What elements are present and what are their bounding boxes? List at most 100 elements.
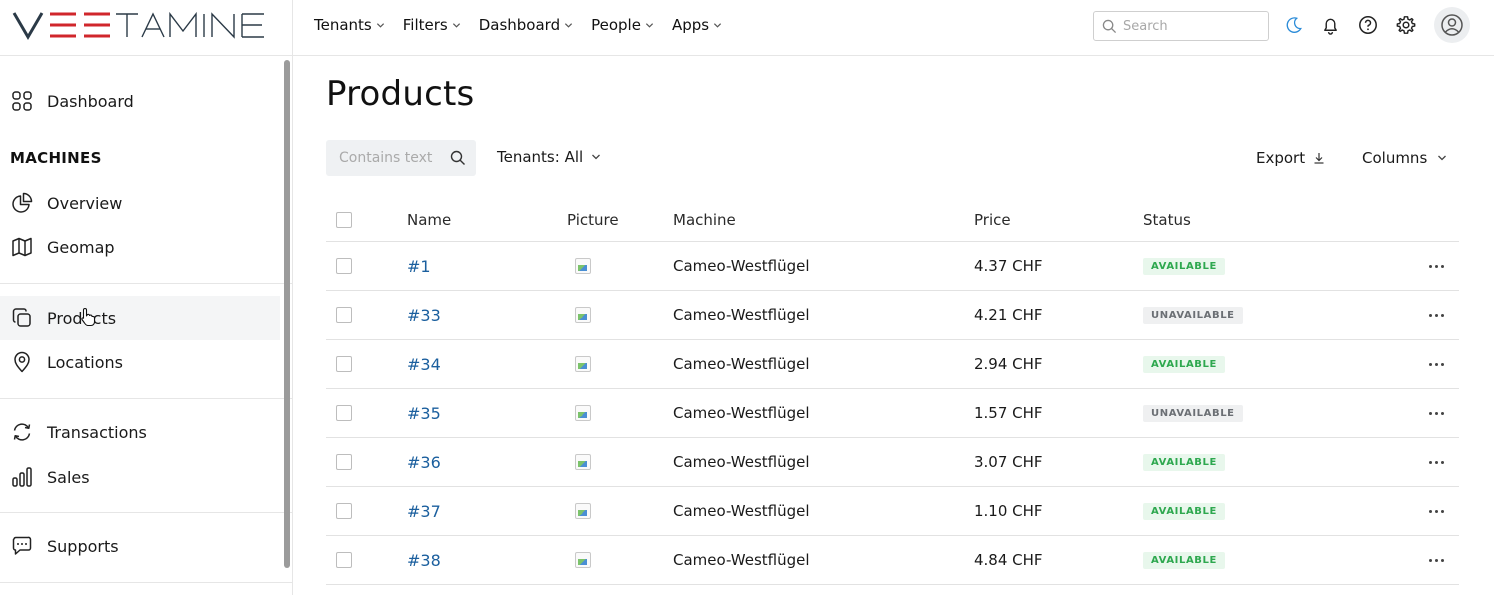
table-row[interactable]: #38 Cameo-Westflügel 4.84 CHF AVAILABLE: [326, 536, 1459, 585]
sidebar: Dashboard MACHINES Overview Geomap Produ…: [0, 56, 293, 595]
more-options-icon[interactable]: [1425, 457, 1448, 468]
nav-filters-label: Filters: [402, 16, 448, 34]
sidebar-item-geomap[interactable]: Geomap: [0, 225, 280, 269]
more-options-icon[interactable]: [1425, 555, 1448, 566]
global-search[interactable]: [1093, 11, 1269, 41]
user-avatar-button[interactable]: [1434, 7, 1470, 43]
picture-cell: [567, 438, 591, 486]
table-body: #1 Cameo-Westflügel 4.37 CHF AVAILABLE #33 Ca…: [326, 242, 1459, 585]
status-badge: AVAILABLE: [1143, 453, 1225, 471]
more-options-icon[interactable]: [1425, 506, 1448, 517]
notifications-button[interactable]: [1319, 14, 1341, 36]
header-name[interactable]: Name: [407, 198, 451, 241]
product-name-link[interactable]: #38: [407, 551, 441, 570]
nav-tenants-label: Tenants: [314, 16, 372, 34]
sidebar-item-label: Locations: [47, 352, 124, 372]
product-name-link[interactable]: #33: [407, 306, 441, 325]
row-checkbox[interactable]: [336, 258, 352, 274]
picture-cell: [567, 291, 591, 339]
select-all-cell: [336, 198, 352, 241]
table-row[interactable]: #34 Cameo-Westflügel 2.94 CHF AVAILABLE: [326, 340, 1459, 389]
chevron-down-icon: [592, 154, 601, 160]
header-picture[interactable]: Picture: [567, 198, 619, 241]
search-icon: [450, 150, 465, 165]
product-name-link[interactable]: #36: [407, 453, 441, 472]
picture-cell: [567, 242, 591, 290]
text-filter[interactable]: [326, 140, 476, 176]
chevron-down-icon: [645, 22, 654, 28]
row-actions-cell: [1425, 242, 1448, 290]
product-name-link[interactable]: #35: [407, 404, 441, 423]
status-cell: AVAILABLE: [1143, 340, 1225, 388]
table-row[interactable]: #35 Cameo-Westflügel 1.57 CHF UNAVAILABLE: [326, 389, 1459, 438]
veetamine-logo[interactable]: [12, 9, 278, 41]
status-cell: UNAVAILABLE: [1143, 389, 1243, 437]
table-row[interactable]: #37 Cameo-Westflügel 1.10 CHF AVAILABLE: [326, 487, 1459, 536]
status-cell: AVAILABLE: [1143, 536, 1225, 584]
product-name-link[interactable]: #34: [407, 355, 441, 374]
nav-people-label: People: [591, 16, 641, 34]
product-name-link[interactable]: #37: [407, 502, 441, 521]
table-header: Name Picture Machine Price Status: [326, 198, 1459, 242]
sidebar-item-dashboard[interactable]: Dashboard: [0, 79, 280, 123]
broken-image-icon: [575, 503, 591, 519]
row-checkbox[interactable]: [336, 552, 352, 568]
nav-tenants[interactable]: Tenants: [314, 16, 385, 34]
broken-image-icon: [575, 258, 591, 274]
machine-cell: Cameo-Westflügel: [673, 306, 810, 324]
table-row[interactable]: #1 Cameo-Westflügel 4.37 CHF AVAILABLE: [326, 242, 1459, 291]
row-checkbox[interactable]: [336, 307, 352, 323]
price-cell: 2.94 CHF: [974, 355, 1043, 373]
table-row[interactable]: #36 Cameo-Westflügel 3.07 CHF AVAILABLE: [326, 438, 1459, 487]
product-name-link[interactable]: #1: [407, 257, 431, 276]
pie-chart-icon: [12, 192, 33, 213]
sidebar-item-locations[interactable]: Locations: [0, 340, 280, 384]
chat-bubble-icon: [12, 536, 32, 555]
nav-dashboard[interactable]: Dashboard: [479, 16, 573, 34]
sidebar-scrollbar[interactable]: [284, 60, 290, 568]
sidebar-section-machines: MACHINES: [10, 149, 102, 167]
row-actions-cell: [1425, 340, 1448, 388]
sidebar-item-supports[interactable]: Supports: [0, 524, 280, 568]
select-all-checkbox[interactable]: [336, 211, 352, 228]
sidebar-item-sales[interactable]: Sales: [0, 455, 280, 499]
table-row[interactable]: #33 Cameo-Westflügel 4.21 CHF UNAVAILABLE: [326, 291, 1459, 340]
sidebar-item-products[interactable]: Products: [0, 296, 280, 340]
tenants-filter-dropdown[interactable]: Tenants: All: [497, 148, 601, 166]
theme-toggle-button[interactable]: [1283, 14, 1305, 36]
machine-cell: Cameo-Westflügel: [673, 502, 810, 520]
row-actions-cell: [1425, 291, 1448, 339]
settings-button[interactable]: [1395, 14, 1417, 36]
header-status[interactable]: Status: [1143, 198, 1191, 241]
nav-people[interactable]: People: [591, 16, 654, 34]
name-cell: #35: [407, 389, 441, 437]
nav-apps[interactable]: Apps: [672, 16, 722, 34]
price-cell: 4.84 CHF: [974, 551, 1043, 569]
more-options-icon[interactable]: [1425, 310, 1448, 321]
row-checkbox[interactable]: [336, 503, 352, 519]
global-search-input[interactable]: [1123, 18, 1263, 34]
mouse-cursor-icon: [81, 307, 96, 327]
row-checkbox[interactable]: [336, 405, 352, 421]
header-machine[interactable]: Machine: [673, 198, 736, 241]
more-options-icon[interactable]: [1425, 359, 1448, 370]
status-badge: AVAILABLE: [1143, 257, 1225, 275]
export-button[interactable]: Export: [1256, 149, 1325, 167]
more-options-icon[interactable]: [1425, 261, 1448, 272]
help-button[interactable]: [1357, 14, 1379, 36]
export-label: Export: [1256, 149, 1306, 167]
price-cell: 1.10 CHF: [974, 502, 1043, 520]
row-checkbox[interactable]: [336, 356, 352, 372]
nav-filters[interactable]: Filters: [403, 16, 461, 34]
more-options-icon[interactable]: [1425, 408, 1448, 419]
top-bar: Tenants Filters Dashboard People Apps: [0, 0, 1494, 56]
row-checkbox[interactable]: [336, 454, 352, 470]
text-filter-input[interactable]: [339, 150, 447, 166]
sidebar-item-transactions[interactable]: Transactions: [0, 410, 280, 454]
header-price[interactable]: Price: [974, 198, 1011, 241]
name-cell: #38: [407, 536, 441, 584]
columns-button[interactable]: Columns: [1362, 149, 1447, 167]
sidebar-item-overview[interactable]: Overview: [0, 181, 280, 225]
sidebar-item-label: Transactions: [47, 422, 147, 442]
status-cell: AVAILABLE: [1143, 487, 1225, 535]
